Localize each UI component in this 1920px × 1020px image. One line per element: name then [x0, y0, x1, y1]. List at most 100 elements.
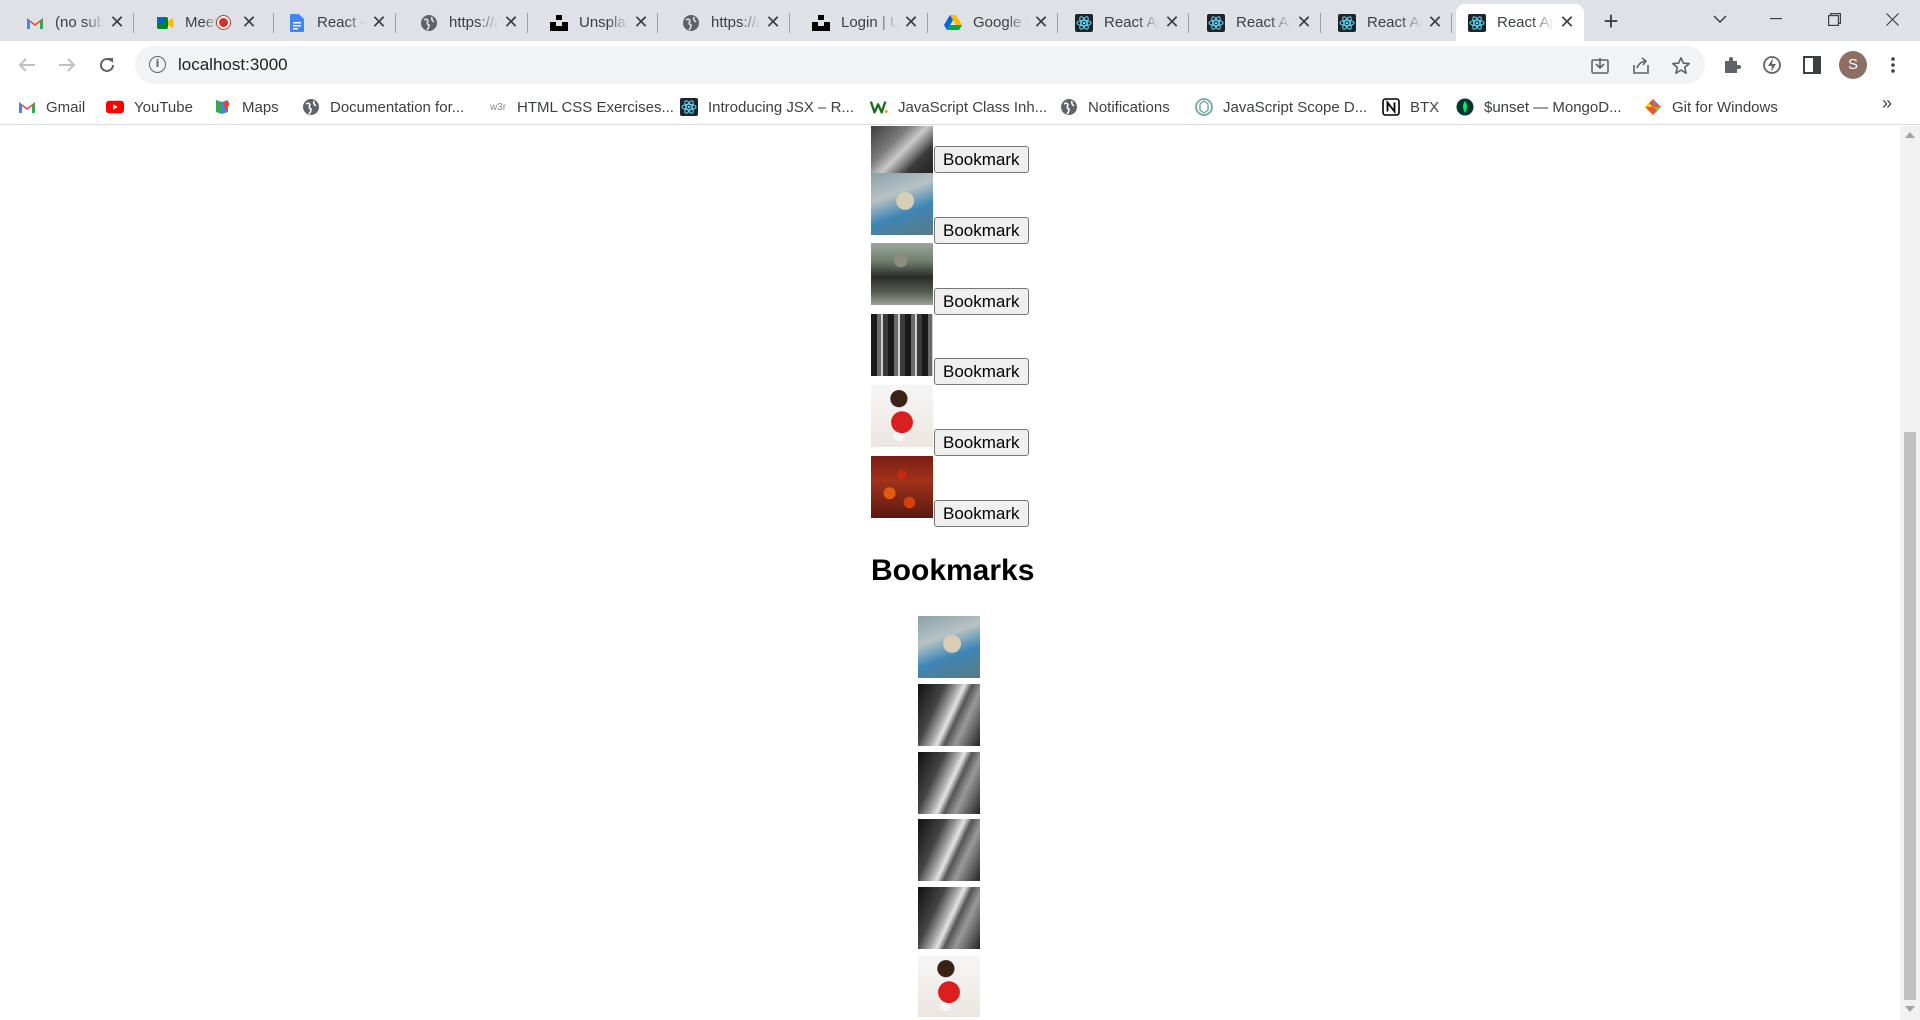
bookmarks-bar: Gmail YouTube Maps Documentation for... … [0, 89, 1920, 125]
bookmark-button[interactable]: Bookmark [934, 358, 1029, 385]
tab-api-1[interactable]: https://api.unsplash.com ✕ [408, 4, 528, 41]
url-text[interactable]: localhost:3000 [178, 55, 288, 75]
bookmark-button[interactable]: Bookmark [934, 429, 1029, 456]
bookmark-label: HTML CSS Exercises... [517, 98, 674, 116]
react-icon [1338, 13, 1356, 32]
tab-docs[interactable]: React - Google Docs ✕ [276, 4, 396, 41]
recording-icon [217, 16, 230, 29]
extensions-icon[interactable] [1719, 52, 1745, 78]
bookmarked-photo [918, 616, 980, 678]
bookmark-button[interactable]: Bookmark [934, 500, 1029, 527]
bookmark-documentation[interactable]: Documentation for... [302, 96, 464, 118]
tab-react-3[interactable]: React App ✕ [1326, 4, 1452, 41]
reload-icon [100, 57, 114, 72]
address-bar[interactable]: i localhost:3000 [135, 46, 1705, 84]
tab-api-2[interactable]: https://api.unsplash.com ✕ [670, 4, 790, 41]
unsplash-photo [871, 314, 933, 376]
tab-gmail[interactable]: (no subject) ✕ [14, 4, 134, 41]
react-icon [1207, 13, 1225, 32]
tab-search-button[interactable] [1692, 0, 1748, 38]
vertical-scrollbar[interactable] [1900, 126, 1920, 1020]
performance-icon[interactable] [1759, 52, 1785, 78]
bookmark-button[interactable]: Bookmark [934, 217, 1029, 244]
bookmark-html-css[interactable]: w3r HTML CSS Exercises... [489, 96, 674, 118]
scroll-up-icon[interactable] [1905, 132, 1915, 138]
bookmark-git[interactable]: Git for Windows [1644, 96, 1778, 118]
kebab-menu-icon[interactable] [1880, 52, 1906, 78]
unsplash-photo [871, 385, 933, 447]
react-icon [680, 98, 698, 116]
page-viewport: Bookmark Bookmark Bookmark Bookmark Book… [0, 126, 1900, 1020]
star-icon[interactable] [1670, 55, 1692, 77]
tab-strip: (no subject) ✕ Meet ✕ React - Google Doc… [0, 0, 1920, 41]
bookmark-js-scope[interactable]: JavaScript Scope D... [1195, 96, 1367, 118]
globe-icon [420, 14, 438, 32]
bookmark-label: Maps [242, 98, 279, 116]
close-icon[interactable]: ✕ [502, 12, 520, 32]
close-icon[interactable]: ✕ [1163, 12, 1181, 32]
bookmark-label: Notifications [1088, 98, 1170, 116]
git-icon [1644, 98, 1662, 116]
bookmark-notifications[interactable]: Notifications [1060, 96, 1170, 118]
tab-title: React App [1236, 14, 1291, 31]
reload-button[interactable] [92, 50, 122, 80]
bookmark-gmail[interactable]: Gmail [18, 96, 85, 118]
tab-react-active[interactable]: React App ✕ [1456, 4, 1584, 41]
chevron-down-icon [1713, 15, 1727, 23]
close-icon[interactable]: ✕ [1032, 12, 1050, 32]
tab-title: (no subject) [55, 14, 104, 31]
close-icon[interactable]: ✕ [632, 12, 650, 32]
close-icon[interactable]: ✕ [240, 12, 258, 32]
close-icon[interactable]: ✕ [764, 12, 782, 32]
bookmark-js-class[interactable]: JavaScript Class Inh... [870, 96, 1047, 118]
tab-unsplash-login[interactable]: Login | Unsplash ✕ [800, 4, 928, 41]
new-tab-button[interactable]: + [1597, 8, 1625, 36]
profile-avatar[interactable]: S [1839, 51, 1867, 79]
bookmark-btx[interactable]: BTX [1382, 96, 1439, 118]
close-icon[interactable]: ✕ [1295, 12, 1313, 32]
minimize-button[interactable] [1748, 0, 1804, 38]
close-icon[interactable]: ✕ [1558, 12, 1576, 32]
bookmark-button[interactable]: Bookmark [934, 288, 1029, 315]
tab-meet[interactable]: Meet ✕ [144, 4, 274, 41]
scroll-down-icon[interactable] [1905, 1006, 1915, 1012]
gmail-icon [26, 14, 44, 32]
gmail-icon [18, 98, 36, 116]
tab-react-1[interactable]: React App ✕ [1063, 4, 1189, 41]
share-icon[interactable] [1630, 55, 1652, 77]
chatgpt-icon [1195, 98, 1213, 116]
install-icon[interactable] [1589, 55, 1611, 77]
bookmark-mongodb[interactable]: $unset — MongoD... [1456, 96, 1622, 118]
globe-icon [302, 98, 320, 116]
bookmarks-overflow-icon[interactable]: » [1882, 93, 1892, 114]
info-icon[interactable]: i [149, 56, 166, 73]
w-icon [870, 98, 888, 116]
tab-title: Meet [185, 14, 217, 31]
tab-unsplash[interactable]: Unsplash ✕ [538, 4, 658, 41]
scrollbar-thumb[interactable] [1904, 432, 1916, 1000]
bookmark-button[interactable]: Bookmark [934, 146, 1029, 173]
side-panel-icon[interactable] [1799, 52, 1825, 78]
close-icon[interactable]: ✕ [108, 12, 126, 32]
close-icon[interactable]: ✕ [902, 12, 920, 32]
bookmark-label: Documentation for... [330, 98, 465, 116]
close-icon [1885, 12, 1899, 26]
unsplash-photo [871, 243, 933, 305]
forward-button[interactable] [52, 50, 82, 80]
tab-drive[interactable]: Google Drive ✕ [932, 4, 1058, 41]
bookmarks-heading: Bookmarks [871, 554, 1035, 587]
bookmark-youtube[interactable]: YouTube [106, 96, 193, 118]
close-icon[interactable]: ✕ [370, 12, 388, 32]
bookmark-label: Git for Windows [1672, 98, 1778, 116]
close-window-button[interactable] [1864, 0, 1920, 38]
bookmark-jsx[interactable]: Introducing JSX – R... [680, 96, 854, 118]
youtube-icon [106, 98, 124, 116]
tab-title: React App [1104, 14, 1159, 31]
close-icon[interactable]: ✕ [1426, 12, 1444, 32]
tab-react-2[interactable]: React App ✕ [1195, 4, 1321, 41]
notion-icon [1382, 98, 1400, 116]
restore-button[interactable] [1806, 0, 1862, 38]
back-button[interactable] [12, 50, 42, 80]
tab-title: https://api.unsplash.com [449, 14, 498, 31]
bookmark-maps[interactable]: Maps [214, 96, 279, 118]
